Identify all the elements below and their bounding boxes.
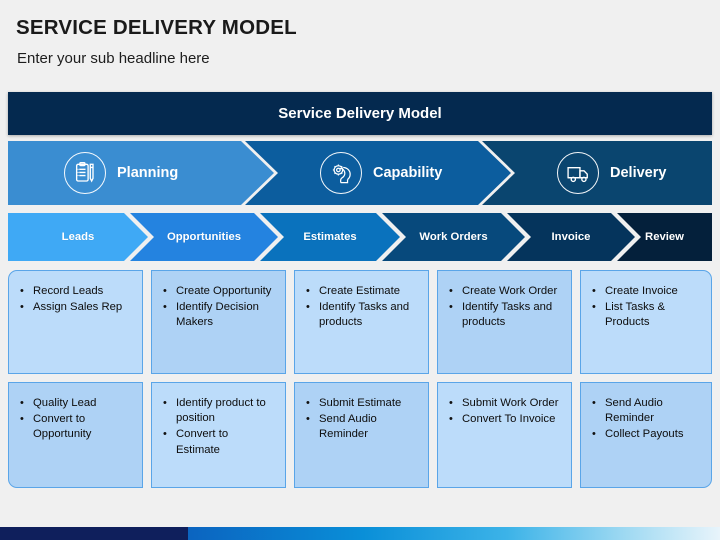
list-item: Identify Tasks and products [448,300,561,330]
list-item: Quality Lead [19,396,132,411]
content-grid: Record Leads Assign Sales Rep Create Opp… [8,270,712,495]
stage-leads[interactable]: Leads [8,213,148,261]
list-item: Submit Estimate [305,396,418,411]
banner-title: Service Delivery Model [278,105,442,122]
bullet-list: Submit Estimate Send Audio Reminder [305,396,418,443]
bullet-list: Create Estimate Identify Tasks and produ… [305,284,418,331]
slide-canvas: SERVICE DELIVERY MODEL Enter your sub he… [0,0,720,540]
stage-label: Leads [61,231,95,243]
stage-opportunities[interactable]: Opportunities [130,213,278,261]
page-title: SERVICE DELIVERY MODEL [16,16,297,39]
bullet-list: Create Invoice List Tasks & Products [591,284,701,331]
cell-estimates-row2: Submit Estimate Send Audio Reminder [294,382,429,488]
cell-estimates-row1: Create Estimate Identify Tasks and produ… [294,270,429,374]
list-item: Submit Work Order [448,396,561,411]
list-item: Send Audio Reminder [305,412,418,442]
cell-work-orders-row2: Submit Work Order Convert To Invoice [437,382,572,488]
phase-planning[interactable]: Planning [8,141,274,205]
stage-work-orders[interactable]: Work Orders [382,213,525,261]
cell-work-orders-row1: Create Work Order Identify Tasks and pro… [437,270,572,374]
footer-bar [0,527,720,540]
clipboard-pen-icon [64,152,106,194]
stage-label: Invoice [551,231,591,243]
cell-invoice-row2: Send Audio Reminder Collect Payouts [580,382,712,488]
phase-band: Planning Capability Delivery [8,141,712,205]
cell-leads-row1: Record Leads Assign Sales Rep [8,270,143,374]
stage-invoice[interactable]: Invoice [507,213,635,261]
stage-label: Estimates [303,231,357,243]
bullet-list: Create Opportunity Identify Decision Mak… [162,284,275,331]
cell-leads-row2: Quality Lead Convert to Opportunity [8,382,143,488]
list-item: Identify Tasks and products [305,300,418,330]
list-item: Record Leads [19,284,132,299]
phase-label: Planning [117,165,179,181]
footer-navy-block [0,527,188,540]
stage-label: Work Orders [419,231,488,243]
page-subtitle: Enter your sub headline here [17,50,210,67]
cell-opportunities-row2: Identify product to position Convert to … [151,382,286,488]
list-item: Convert to Estimate [162,427,275,457]
bullet-list: Send Audio Reminder Collect Payouts [591,396,701,443]
bullet-list: Create Work Order Identify Tasks and pro… [448,284,561,331]
bullet-list: Submit Work Order Convert To Invoice [448,396,561,428]
bullet-list: Record Leads Assign Sales Rep [19,284,132,316]
stage-label: Review [645,231,684,243]
list-item: Assign Sales Rep [19,300,132,315]
phase-capability[interactable]: Capability [245,141,511,205]
list-item: Send Audio Reminder [591,396,701,426]
bullet-list: Identify product to position Convert to … [162,396,275,458]
list-item: List Tasks & Products [591,300,701,330]
list-item: Create Estimate [305,284,418,299]
footer-gradient-block [188,527,720,540]
list-item: Collect Payouts [591,427,701,442]
stage-chevron-row: Leads Opportunities Estimates Work Order… [8,213,712,261]
delivery-truck-icon [557,152,599,194]
list-item: Create Work Order [448,284,561,299]
stage-estimates[interactable]: Estimates [260,213,400,261]
list-item: Convert to Opportunity [19,412,132,442]
bullet-list: Quality Lead Convert to Opportunity [19,396,132,443]
cell-opportunities-row1: Create Opportunity Identify Decision Mak… [151,270,286,374]
list-item: Create Invoice [591,284,701,299]
phase-label: Capability [373,165,443,181]
head-gear-icon [320,152,362,194]
list-item: Convert To Invoice [448,412,561,427]
list-item: Create Opportunity [162,284,275,299]
cell-invoice-row1: Create Invoice List Tasks & Products [580,270,712,374]
phase-label: Delivery [610,165,667,181]
list-item: Identify product to position [162,396,275,426]
banner: Service Delivery Model [8,92,712,135]
list-item: Identify Decision Makers [162,300,275,330]
phase-delivery[interactable]: Delivery [482,141,712,205]
stage-label: Opportunities [166,231,242,243]
